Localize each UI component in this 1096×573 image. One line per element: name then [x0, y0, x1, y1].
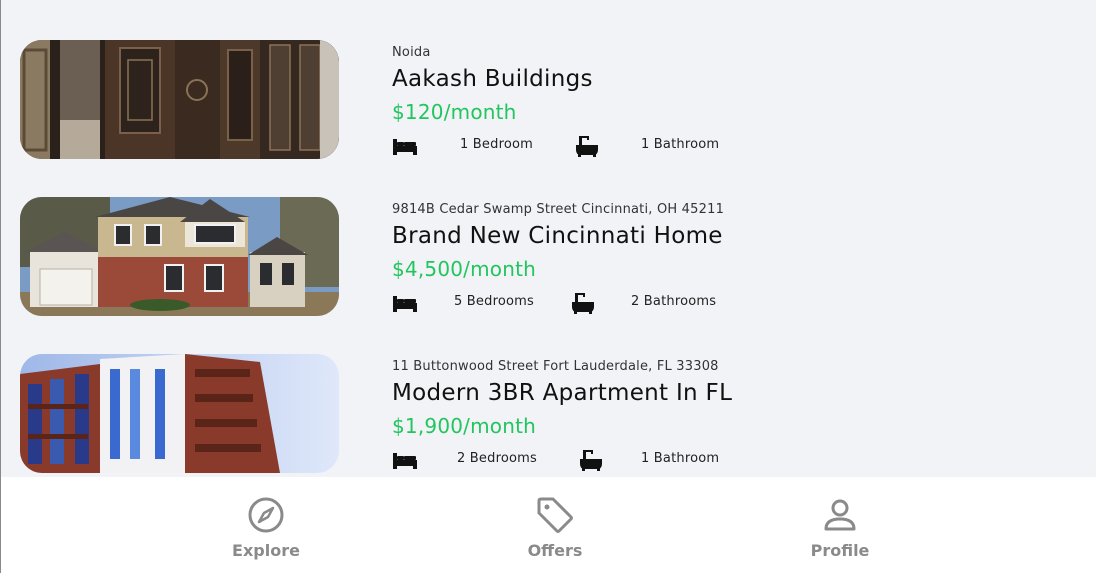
listing-location: 9814B Cedar Swamp Street Cincinnati, OH … — [392, 202, 725, 217]
listing-card[interactable]: 9814B Cedar Swamp Street Cincinnati, OH … — [20, 197, 1020, 317]
tab-explore[interactable]: Explore — [186, 477, 346, 573]
user-icon — [824, 499, 856, 531]
listing-title[interactable]: Brand New Cincinnati Home — [392, 222, 1012, 250]
bottom-tab-bar: Explore Offers Profile — [1, 477, 1096, 573]
listing-features: 1 Bedroom 1 Bathroom — [392, 133, 1012, 157]
bed-icon — [393, 296, 417, 312]
bathtub-icon — [572, 293, 594, 314]
listing-photo[interactable] — [20, 197, 339, 316]
listing-price: $120/month — [392, 100, 517, 124]
bathrooms-label: 1 Bathroom — [641, 451, 720, 466]
bathtub-icon — [576, 136, 598, 157]
listing-title[interactable]: Aakash Buildings — [392, 65, 1012, 93]
listing-location: Noida — [392, 45, 431, 60]
listing-location: 11 Buttonwood Street Fort Lauderdale, FL… — [392, 359, 719, 374]
bedrooms-label: 1 Bedroom — [460, 137, 534, 152]
listing-card[interactable]: Noida Aakash Buildings $120/month 1 Bedr… — [20, 40, 1020, 160]
tag-icon — [537, 497, 573, 533]
bathrooms-label: 1 Bathroom — [641, 137, 720, 152]
listing-list: Noida Aakash Buildings $120/month 1 Bedr… — [1, 0, 1096, 477]
bed-icon — [393, 453, 417, 469]
listing-photo[interactable] — [20, 40, 339, 159]
bathtub-icon — [580, 450, 602, 471]
listing-price: $4,500/month — [392, 257, 537, 281]
bedrooms-label: 5 Bedrooms — [454, 294, 534, 309]
bedrooms-label: 2 Bedrooms — [457, 451, 537, 466]
bathrooms-label: 2 Bathrooms — [631, 294, 717, 309]
tab-profile[interactable]: Profile — [760, 477, 920, 573]
apartment-building-image — [20, 354, 339, 473]
listing-title[interactable]: Modern 3BR Apartment In FL — [392, 379, 1012, 407]
compass-icon — [248, 497, 284, 533]
listing-price: $1,900/month — [392, 414, 537, 438]
tab-profile-label: Profile — [810, 541, 870, 560]
listing-info: Noida Aakash Buildings $120/month 1 Bedr… — [392, 45, 1012, 157]
house-image — [20, 197, 339, 316]
listing-photo[interactable] — [20, 354, 339, 473]
tab-offers-label: Offers — [527, 541, 583, 560]
tab-offers[interactable]: Offers — [475, 477, 635, 573]
listing-info: 11 Buttonwood Street Fort Lauderdale, FL… — [392, 359, 1012, 471]
ornate-gate-image — [20, 40, 339, 159]
listing-info: 9814B Cedar Swamp Street Cincinnati, OH … — [392, 202, 1012, 314]
tab-explore-label: Explore — [232, 541, 300, 560]
listing-card[interactable]: 11 Buttonwood Street Fort Lauderdale, FL… — [20, 354, 1020, 474]
bed-icon — [393, 139, 417, 155]
listing-features: 5 Bedrooms 2 Bathrooms — [392, 290, 1012, 314]
listing-features: 2 Bedrooms 1 Bathroom — [392, 447, 1012, 471]
